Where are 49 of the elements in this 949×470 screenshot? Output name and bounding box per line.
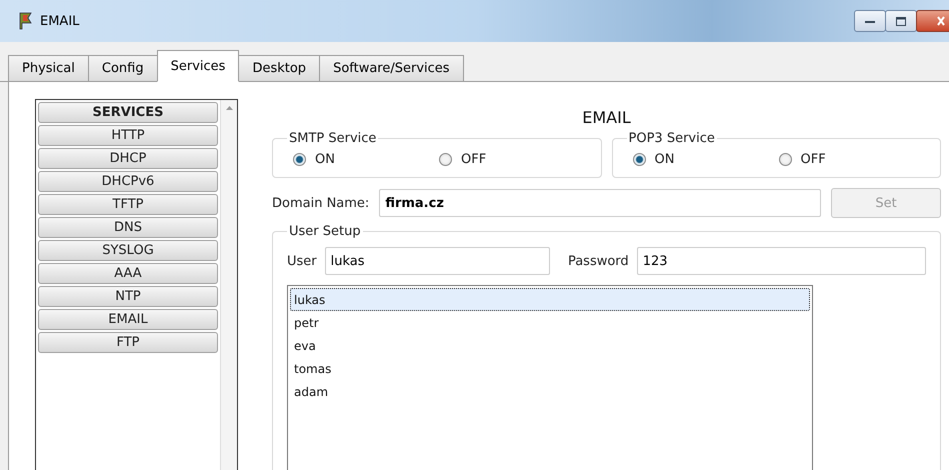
- password-label: Password: [568, 254, 629, 268]
- close-button[interactable]: [916, 10, 949, 32]
- window-title: EMAIL: [40, 14, 80, 28]
- radio-button[interactable]: [778, 153, 792, 166]
- user-field[interactable]: lukas: [324, 247, 550, 275]
- service-button[interactable]: TFTP: [38, 194, 218, 215]
- service-button[interactable]: HTTP: [38, 125, 218, 146]
- tab[interactable]: Desktop: [238, 55, 320, 81]
- user-list-item[interactable]: eva: [290, 334, 810, 357]
- panel-title: EMAIL: [581, 108, 632, 127]
- scrollbar[interactable]: [220, 100, 237, 470]
- service-button[interactable]: DHCPv6: [38, 171, 218, 192]
- user-label: User: [287, 254, 317, 268]
- group-title: User Setup: [288, 224, 362, 239]
- service-button[interactable]: NTP: [38, 286, 218, 307]
- user-list-item[interactable]: petr: [290, 311, 810, 334]
- service-button[interactable]: DHCP: [38, 148, 218, 169]
- radio-label: ON: [654, 152, 674, 167]
- close-icon: [937, 16, 945, 26]
- group-title: POP3 Service: [628, 131, 716, 146]
- user-list-item[interactable]: lukas: [290, 288, 810, 311]
- radio-label: ON: [315, 152, 335, 167]
- group-title: SMTP Service: [288, 131, 378, 146]
- radio-label: OFF: [800, 152, 826, 167]
- domain-field[interactable]: firma.cz: [379, 189, 821, 217]
- minimize-icon: [865, 18, 875, 24]
- service-button[interactable]: AAA: [38, 263, 218, 284]
- radio-button[interactable]: [632, 153, 646, 166]
- app-icon: [18, 12, 34, 30]
- service-button[interactable]: SYSLOG: [38, 240, 218, 261]
- tab[interactable]: Physical: [8, 55, 89, 81]
- maximize-button[interactable]: [885, 10, 917, 32]
- radio-button[interactable]: [439, 153, 452, 166]
- scroll-up-icon[interactable]: [226, 106, 232, 110]
- user-list-item[interactable]: tomas: [290, 357, 810, 380]
- minimize-button[interactable]: [854, 10, 886, 32]
- service-button[interactable]: EMAIL: [38, 309, 218, 330]
- maximize-icon: [896, 16, 906, 26]
- services-header[interactable]: SERVICES: [38, 102, 218, 123]
- password-field[interactable]: 123: [636, 247, 926, 275]
- tab[interactable]: Software/Services: [319, 55, 464, 81]
- tab[interactable]: Config: [88, 55, 158, 81]
- tab[interactable]: Services: [156, 50, 240, 82]
- radio-label: OFF: [461, 152, 486, 167]
- service-button[interactable]: DNS: [38, 217, 218, 238]
- user-list-item[interactable]: adam: [290, 380, 810, 403]
- radio-button[interactable]: [293, 153, 306, 166]
- service-button[interactable]: FTP: [38, 332, 218, 353]
- domain-label: Domain Name:: [272, 196, 370, 210]
